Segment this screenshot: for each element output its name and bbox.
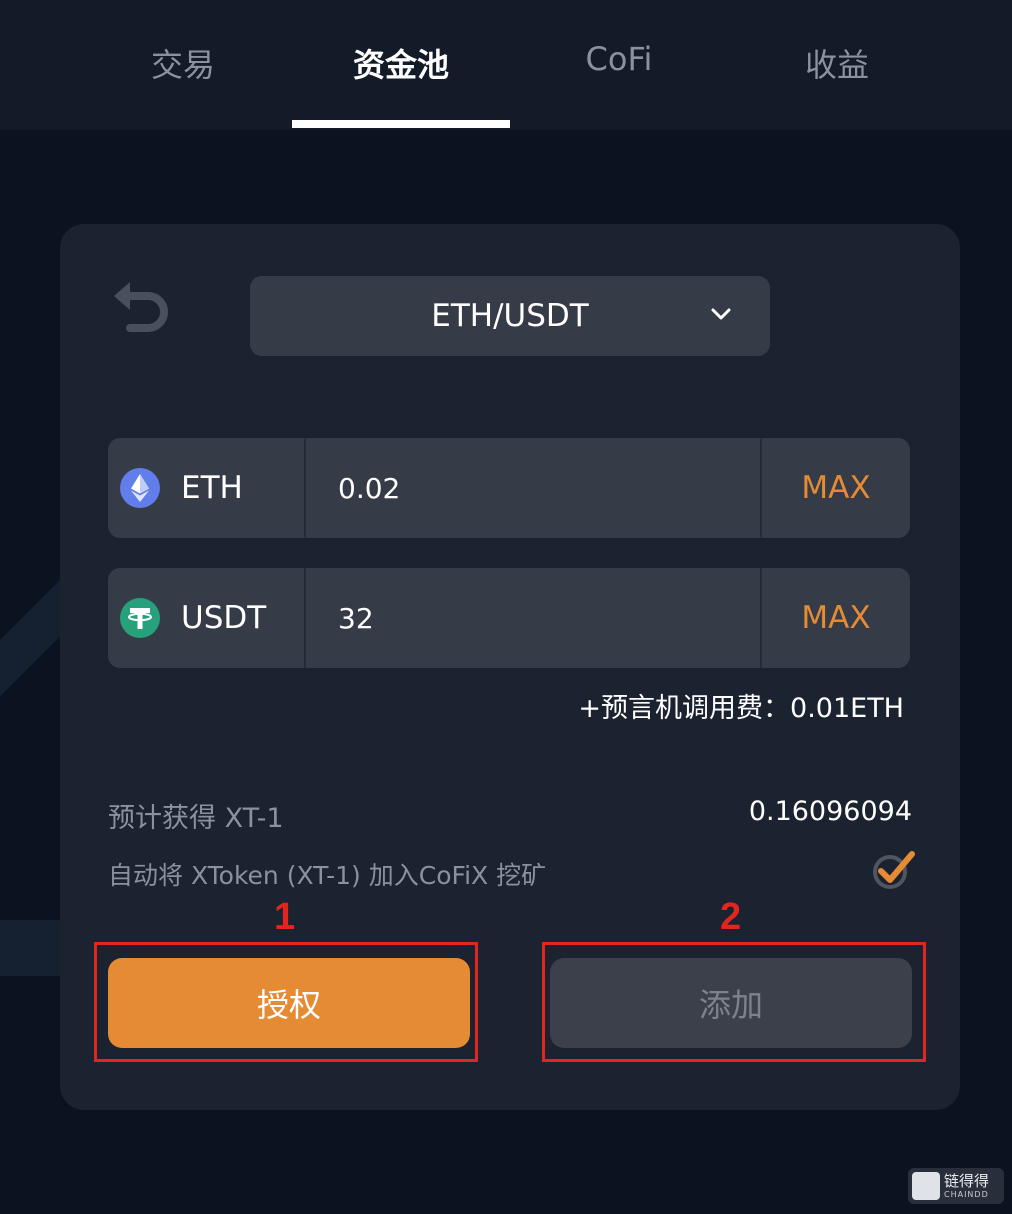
auto-mining-checkbox[interactable] — [872, 850, 916, 890]
annotation-step-2: 2 — [720, 896, 742, 938]
eth-max-button[interactable]: MAX — [760, 438, 910, 538]
back-button[interactable] — [108, 276, 174, 342]
token-name: USDT — [181, 600, 267, 636]
auto-mining-label: 自动将 XToken (XT-1) 加入CoFiX 挖矿 — [108, 861, 547, 890]
tab-pool[interactable]: 资金池 — [292, 0, 510, 130]
estimate-value: 0.16096094 — [748, 796, 912, 827]
watermark-en: CHAINDD — [944, 1190, 989, 1199]
pair-select-value: ETH/USDT — [431, 298, 589, 334]
chevron-down-icon — [711, 308, 731, 320]
add-liquidity-button[interactable]: 添加 — [550, 958, 912, 1048]
watermark-logo-icon — [912, 1172, 940, 1200]
ethereum-icon — [120, 468, 160, 508]
oracle-fee-text: +预言机调用费：0.01ETH — [578, 693, 904, 724]
eth-token-cell: ETH — [108, 438, 306, 538]
tab-trade[interactable]: 交易 — [74, 0, 292, 130]
active-tab-indicator — [292, 120, 510, 128]
liquidity-card: ETH/USDT ETH MAX — [60, 224, 960, 1110]
tether-icon — [120, 598, 160, 638]
tab-earnings[interactable]: 收益 — [728, 0, 946, 130]
usdt-token-cell: USDT — [108, 568, 306, 668]
usdt-max-button[interactable]: MAX — [760, 568, 910, 668]
undo-arrow-icon — [114, 282, 168, 332]
eth-input-row: ETH MAX — [108, 438, 910, 538]
watermark: 链得得 CHAINDD — [908, 1168, 1004, 1204]
annotation-step-1: 1 — [274, 896, 296, 938]
usdt-input-row: USDT MAX — [108, 568, 910, 668]
pool-page: 交易 资金池 CoFi 收益 ETH/USDT ETH 0.02 MAX USD… — [0, 0, 1012, 1214]
eth-amount-input[interactable] — [308, 438, 760, 538]
top-tabs: 交易 资金池 CoFi 收益 — [0, 0, 1012, 130]
pair-select[interactable]: ETH/USDT — [250, 276, 770, 356]
usdt-amount-input[interactable] — [308, 568, 760, 668]
token-name: ETH — [181, 470, 243, 506]
estimate-label: 预计获得 XT-1 — [108, 803, 284, 834]
checkmark-icon — [873, 851, 915, 889]
watermark-cn: 链得得 — [944, 1172, 990, 1190]
tab-cofi[interactable]: CoFi — [510, 0, 728, 130]
approve-button[interactable]: 授权 — [108, 958, 470, 1048]
